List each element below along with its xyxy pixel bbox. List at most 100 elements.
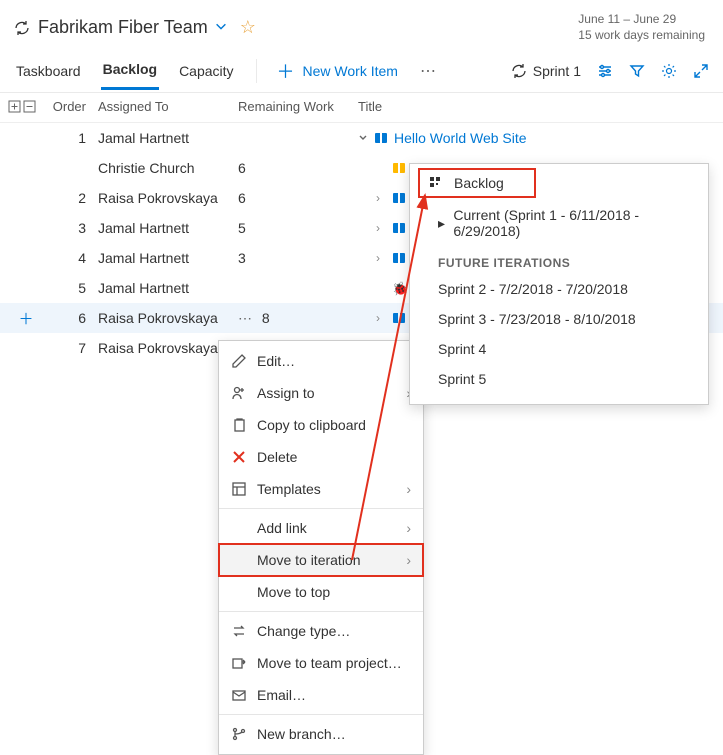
clipboard-icon	[231, 417, 247, 433]
order-cell: 3	[44, 220, 98, 236]
submenu-future-heading: FUTURE ITERATIONS	[410, 246, 708, 274]
separator	[256, 59, 257, 83]
pbi-icon	[374, 131, 388, 145]
col-order[interactable]: Order	[44, 99, 98, 114]
grid-header: Order Assigned To Remaining Work Title	[0, 93, 723, 123]
pbi-icon	[392, 311, 406, 325]
context-menu: Edit… Assign to › Copy to clipboard Dele…	[218, 340, 424, 755]
assigned-cell[interactable]: Christie Church	[98, 160, 238, 176]
remaining-cell[interactable]: 5	[238, 220, 358, 236]
ctx-assign[interactable]: Assign to ›	[219, 377, 423, 409]
team-title[interactable]: Fabrikam Fiber Team	[38, 17, 208, 38]
mail-icon	[231, 687, 247, 703]
order-cell: 5	[44, 280, 98, 296]
remaining-cell[interactable]: 6	[238, 190, 358, 206]
days-remaining: 15 work days remaining	[578, 28, 705, 44]
assigned-cell[interactable]: Jamal Hartnett	[98, 220, 238, 236]
chevron-right-icon[interactable]: ›	[376, 191, 386, 205]
fullscreen-icon[interactable]	[693, 63, 709, 79]
page-header: Fabrikam Fiber Team ☆ June 11 – June 29 …	[0, 0, 723, 49]
work-item-row[interactable]: 1Jamal Hartnett Hello World Web Site	[0, 123, 723, 153]
submenu-sprint2[interactable]: Sprint 2 - 7/2/2018 - 7/20/2018	[410, 274, 708, 304]
settings-sliders-icon[interactable]	[597, 63, 613, 79]
submenu-sprint3[interactable]: Sprint 3 - 7/23/2018 - 8/10/2018	[410, 304, 708, 334]
assigned-cell[interactable]: Jamal Hartnett	[98, 130, 238, 146]
ctx-edit[interactable]: Edit…	[219, 345, 423, 377]
separator	[219, 611, 423, 612]
chevron-right-icon: ›	[406, 552, 411, 568]
ctx-templates[interactable]: Templates ›	[219, 473, 423, 505]
assigned-cell[interactable]: Raisa Pokrovskaya	[98, 310, 238, 326]
expand-tri-icon: ▸	[438, 215, 445, 232]
assigned-cell[interactable]: Jamal Hartnett	[98, 280, 238, 296]
new-work-item-button[interactable]: ＋ New Work Item	[277, 58, 398, 84]
more-actions-icon[interactable]: ⋯	[416, 61, 441, 81]
ctx-move-top[interactable]: Move to top	[219, 576, 423, 608]
col-assigned[interactable]: Assigned To	[98, 99, 238, 114]
pbi-icon	[392, 251, 406, 265]
ctx-delete[interactable]: Delete	[219, 441, 423, 473]
branch-icon	[231, 726, 247, 742]
ctx-copy[interactable]: Copy to clipboard	[219, 409, 423, 441]
swap-icon	[231, 623, 247, 639]
row-add-button[interactable]: ＋	[8, 308, 44, 329]
sprint-cycle-icon	[511, 63, 527, 79]
submenu-current[interactable]: ▸ Current (Sprint 1 - 6/11/2018 - 6/29/2…	[410, 200, 708, 246]
ctx-move-team[interactable]: Move to team project…	[219, 647, 423, 679]
chevron-right-icon: ›	[406, 520, 411, 536]
date-range: June 11 – June 29	[578, 12, 705, 28]
iteration-submenu: Backlog ▸ Current (Sprint 1 - 6/11/2018 …	[409, 163, 709, 405]
row-actions-icon[interactable]: ⋯	[238, 310, 256, 326]
order-cell: 7	[44, 340, 98, 356]
order-cell: 2	[44, 190, 98, 206]
tab-capacity[interactable]: Capacity	[177, 53, 235, 89]
expand-collapse-buttons[interactable]	[8, 99, 44, 114]
gear-icon[interactable]	[661, 63, 677, 79]
task-icon	[392, 161, 406, 175]
ctx-new-branch[interactable]: New branch…	[219, 718, 423, 750]
sprint-label: Sprint 1	[533, 63, 581, 79]
submenu-backlog[interactable]: Backlog	[420, 170, 534, 196]
separator	[219, 714, 423, 715]
pencil-icon	[231, 353, 247, 369]
remaining-cell[interactable]: 6	[238, 160, 358, 176]
iteration-dates: June 11 – June 29 15 work days remaining	[578, 12, 705, 43]
plus-icon: ＋	[277, 58, 295, 84]
delete-x-icon	[231, 449, 247, 465]
assigned-cell[interactable]: Jamal Hartnett	[98, 250, 238, 266]
col-title[interactable]: Title	[358, 99, 723, 114]
sprint-cycle-icon	[14, 20, 30, 36]
order-cell: 4	[44, 250, 98, 266]
work-item-link[interactable]: Hello World Web Site	[394, 130, 527, 146]
chevron-right-icon[interactable]: ›	[376, 311, 386, 325]
chevron-down-icon[interactable]	[358, 130, 368, 146]
favorite-star-icon[interactable]: ☆	[240, 17, 256, 38]
sprint-picker[interactable]: Sprint 1	[511, 63, 581, 79]
ctx-change-type[interactable]: Change type…	[219, 615, 423, 647]
remaining-cell[interactable]: 3	[238, 250, 358, 266]
new-work-item-label: New Work Item	[303, 63, 398, 79]
chevron-right-icon: ›	[406, 481, 411, 497]
order-cell: 6	[44, 310, 98, 326]
submenu-sprint4[interactable]: Sprint 4	[410, 334, 708, 364]
tab-backlog[interactable]: Backlog	[101, 51, 159, 90]
filter-icon[interactable]	[629, 63, 645, 79]
assigned-cell[interactable]: Raisa Pokrovskaya	[98, 340, 238, 356]
assigned-cell[interactable]: Raisa Pokrovskaya	[98, 190, 238, 206]
ctx-move-iteration[interactable]: Move to iteration ›	[219, 544, 423, 576]
chevron-down-icon[interactable]	[214, 19, 228, 36]
chevron-right-icon[interactable]: ›	[376, 251, 386, 265]
templates-icon	[231, 481, 247, 497]
submenu-sprint5[interactable]: Sprint 5	[410, 364, 708, 394]
pivot-tabs: Taskboard Backlog Capacity ＋ New Work It…	[0, 49, 723, 93]
person-icon	[231, 385, 247, 401]
pbi-icon	[392, 191, 406, 205]
order-cell: 1	[44, 130, 98, 146]
chevron-right-icon[interactable]: ›	[376, 221, 386, 235]
col-remaining[interactable]: Remaining Work	[238, 99, 358, 114]
ctx-email[interactable]: Email…	[219, 679, 423, 711]
ctx-add-link[interactable]: Add link ›	[219, 512, 423, 544]
title-cell[interactable]: Hello World Web Site	[358, 130, 723, 146]
tab-taskboard[interactable]: Taskboard	[14, 53, 83, 89]
remaining-cell[interactable]: ⋯ 8	[238, 310, 358, 327]
